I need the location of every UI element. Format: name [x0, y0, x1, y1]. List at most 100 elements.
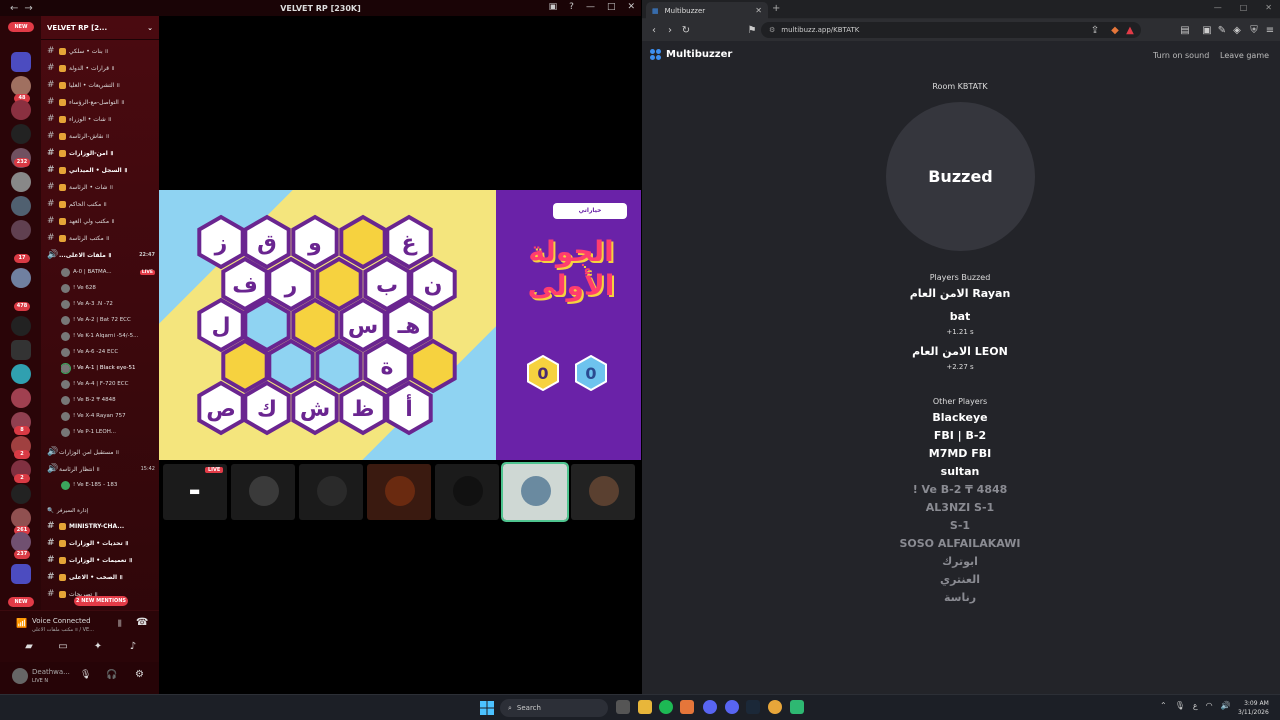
channel-item[interactable]: # قرارات • الدولة ॥: [47, 61, 155, 75]
extensions-icon[interactable]: ✎: [1214, 25, 1230, 36]
new-mentions-pill[interactable]: 2 NEW MENTIONS: [74, 596, 128, 606]
app-icon[interactable]: [790, 700, 804, 714]
buzz-button[interactable]: Buzzed: [886, 102, 1035, 251]
channel-item[interactable]: # مكتب ولي العهد ॥: [47, 214, 155, 228]
close-icon[interactable]: ✕: [627, 2, 635, 12]
channel-item[interactable]: # التشريعات • العليا ॥: [47, 78, 155, 92]
voice-user[interactable]: ! Ve P-1 LEOH...: [61, 425, 155, 439]
forward-icon[interactable]: ›: [662, 25, 678, 36]
windows-start-icon[interactable]: [480, 701, 494, 715]
microphone-icon[interactable]: 🎙: [80, 670, 91, 680]
noise-suppression-icon[interactable]: ⫼: [118, 619, 122, 629]
wifi-icon[interactable]: ◠: [1206, 701, 1213, 710]
voice-channel[interactable]: 🔊 مستقبل امن الوزارات ॥: [47, 445, 155, 459]
site-info-icon[interactable]: ⚙: [769, 26, 775, 34]
server-icon[interactable]: [11, 76, 31, 96]
stream-thumbnail[interactable]: [231, 464, 295, 520]
voice-user[interactable]: ! Ve A-1 | Black eye-51: [61, 361, 155, 375]
channel-item[interactable]: # امن-الوزارات ॥: [47, 146, 155, 160]
voice-user[interactable]: A-0 | BATMA... LIVE: [61, 265, 155, 279]
channel-item[interactable]: # نقاش-الرئاسة ॥: [47, 129, 155, 143]
menu-icon[interactable]: ≡: [1262, 25, 1278, 36]
server-header[interactable]: VELVET RP [2... ⌄: [41, 16, 159, 40]
discord-ptb-icon[interactable]: [725, 700, 739, 714]
channel-item[interactable]: # بنات • سلكي ॥: [47, 44, 155, 58]
leave-game-link[interactable]: Leave game: [1220, 51, 1269, 60]
sidebar-icon[interactable]: ▤: [1177, 25, 1193, 36]
task-view-icon[interactable]: [616, 700, 630, 714]
stream-thumbnail[interactable]: [501, 462, 569, 522]
microphone-icon[interactable]: 🎙: [1175, 701, 1185, 710]
channel-item[interactable]: # التواصل-مع-الرؤساء ॥: [47, 95, 155, 109]
activities-icon[interactable]: ✦: [91, 641, 105, 655]
channel-item[interactable]: # تعميمات • الوزارات ॥: [47, 553, 155, 567]
volume-icon[interactable]: 🔊: [1221, 701, 1231, 710]
channel-item[interactable]: # مكتب الحاكم ॥: [47, 197, 155, 211]
game-board[interactable]: ز ق و غ ف ر ب ن ل س هـ ة ص ك ش ظ أ: [159, 190, 496, 460]
hex-cell[interactable]: [267, 338, 315, 394]
server-icon[interactable]: [11, 340, 31, 360]
voice-channel[interactable]: 🔊 انتظار الرئاسة ॥ 15:42: [47, 462, 155, 476]
server-icon[interactable]: [11, 484, 31, 504]
reload-icon[interactable]: ↻: [678, 25, 694, 36]
vpn-icon[interactable]: ◈: [1229, 25, 1245, 36]
gear-icon[interactable]: ⚙: [135, 669, 144, 680]
tab-multibuzzer[interactable]: ▦ Multibuzzer ✕: [646, 2, 768, 19]
server-icon[interactable]: [11, 220, 31, 240]
close-tab-icon[interactable]: ✕: [755, 6, 762, 15]
inbox-icon[interactable]: ▣: [549, 2, 558, 12]
channel-item[interactable]: # شات • الرئاسة ॥: [47, 180, 155, 194]
stream-thumbnail[interactable]: [571, 464, 635, 520]
close-icon[interactable]: ✕: [1265, 3, 1272, 12]
channel-item[interactable]: # السجل • الميداني ॥: [47, 163, 155, 177]
voice-user[interactable]: ! Ve A-6 -24 ECC: [61, 345, 155, 359]
spotify-icon[interactable]: [659, 700, 673, 714]
minimize-icon[interactable]: —: [586, 2, 595, 12]
voice-user[interactable]: ! Ve 628: [61, 281, 155, 295]
server-icon[interactable]: [11, 100, 31, 120]
hex-cell[interactable]: [315, 256, 363, 312]
hex-cell[interactable]: [409, 338, 457, 394]
new-tab-icon[interactable]: +: [772, 3, 780, 14]
profile-icon[interactable]: ⛨: [1246, 25, 1262, 36]
server-icon[interactable]: [11, 564, 31, 584]
turn-on-sound-link[interactable]: Turn on sound: [1153, 51, 1209, 60]
taskbar-search[interactable]: ⌕ Search: [500, 699, 608, 717]
minimize-icon[interactable]: —: [1214, 3, 1222, 12]
hex-cell[interactable]: [291, 297, 339, 353]
steam-icon[interactable]: [746, 700, 760, 714]
channel-item[interactable]: # MINISTRY-CHA...: [47, 519, 155, 533]
stream-thumbnail[interactable]: LIVE ▬: [163, 464, 227, 520]
clock[interactable]: 3:09 AM 3/11/2026: [1238, 699, 1269, 717]
server-icon[interactable]: [11, 316, 31, 336]
maximize-icon[interactable]: □: [607, 2, 616, 12]
channel-item[interactable]: # تحديات • الوزارات ॥: [47, 536, 155, 550]
server-icon[interactable]: [11, 388, 31, 408]
voice-user[interactable]: ! Ve K-1 Alqarni -54/-5...: [61, 329, 155, 343]
disconnect-icon[interactable]: ☎: [136, 617, 148, 628]
maximize-icon[interactable]: □: [1240, 3, 1248, 12]
stream-thumbnail[interactable]: [299, 464, 363, 520]
voice-user[interactable]: ! Ve E-185 - 183: [61, 478, 155, 492]
signal-icon[interactable]: 📶: [16, 619, 27, 629]
hex-cell[interactable]: [221, 338, 269, 394]
voice-user[interactable]: ! Ve A-3 .N -72: [61, 297, 155, 311]
server-icon[interactable]: [11, 124, 31, 144]
address-bar[interactable]: ⚙ multibuzz.app/KBTATK: [761, 22, 1141, 38]
server-icon[interactable]: [11, 364, 31, 384]
camera-icon[interactable]: ▰: [22, 641, 36, 655]
chevron-up-icon[interactable]: ⌃: [1160, 701, 1167, 710]
back-icon[interactable]: ‹: [646, 25, 662, 36]
file-explorer-icon[interactable]: [638, 700, 652, 714]
channel-item[interactable]: # مكتب الرئاسة ॥: [47, 231, 155, 245]
share-icon[interactable]: ⇪: [1087, 25, 1103, 36]
discord-icon[interactable]: [703, 700, 717, 714]
app-icon[interactable]: [768, 700, 782, 714]
options-button[interactable]: خياراتي: [553, 203, 627, 219]
rewards-icon[interactable]: ▲: [1122, 25, 1138, 36]
stream-thumbnail[interactable]: [367, 464, 431, 520]
voice-channel[interactable]: 🔊 ...ملفات الاعلى ॥ 22:47: [47, 248, 155, 262]
hex-cell[interactable]: [243, 297, 291, 353]
server-icon[interactable]: [11, 172, 31, 192]
voice-user[interactable]: ! Ve B-2 ₸ 4848: [61, 393, 155, 407]
